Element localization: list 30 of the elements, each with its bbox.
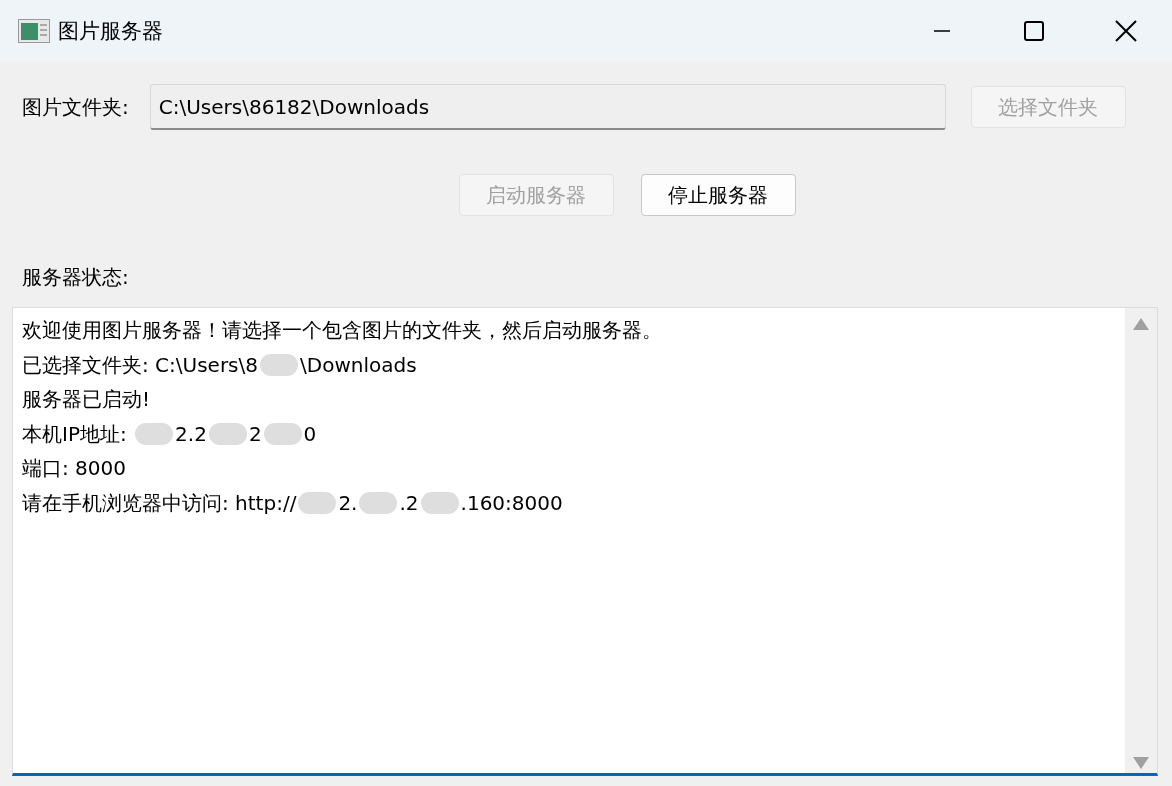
log-text: \Downloads [300,351,417,379]
log-text: 本机IP地址: [22,420,128,448]
log-text: 服务器已启动! [22,386,151,413]
log-text: 欢迎使用图片服务器！请选择一个包含图片的文件夹，然后启动服务器。 [22,317,662,344]
blur-mark [263,422,302,445]
scroll-up-icon[interactable] [1133,318,1149,330]
blur-mark [135,422,174,445]
log-text: .160:8000 [460,489,563,517]
scrollbar[interactable] [1125,308,1157,773]
status-log-area[interactable]: 欢迎使用图片服务器！请选择一个包含图片的文件夹，然后启动服务器。 已选择文件夹: C:\Users\8 \Downloads 服务器已启动! 本机IP地址: 2.2 2 0 端口: 8000 请在手机浏览器中访问: http:// 2. .2 .160:8000 [12,307,1158,776]
log-text: .2 [399,489,419,517]
log-text: 2 [248,420,262,448]
folder-label: 图片文件夹: [22,93,129,121]
log-text: 2. [338,489,358,517]
stop-server-button[interactable]: 停止服务器 [640,174,796,216]
blur-mark [298,491,337,514]
blur-mark [208,422,247,445]
scroll-down-icon[interactable] [1133,757,1149,769]
log-text: 已选择文件夹: C:\Users\8 [22,351,258,379]
log-text: 2.2 [175,420,207,448]
log-text: 请在手机浏览器中访问: http:// [22,489,297,517]
blur-mark [359,491,398,514]
window-title: 图片服务器 [58,18,163,45]
log-text: 0 [303,420,317,448]
app-icon [18,19,50,43]
log-text: 端口: 8000 [22,455,126,482]
folder-path-field[interactable]: C:\Users\86182\Downloads [149,84,946,130]
blur-mark [420,491,459,514]
blur-mark [260,353,298,376]
status-label: 服务器状态: [21,264,130,291]
